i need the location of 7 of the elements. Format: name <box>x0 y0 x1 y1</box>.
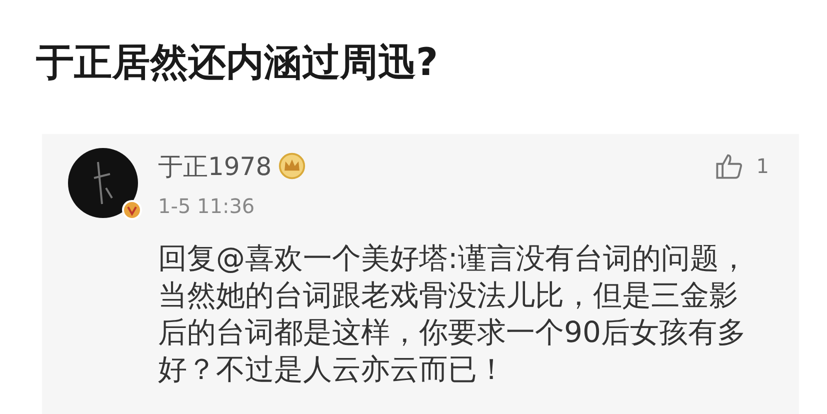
comment-text: 回复@喜欢一个美好塔:谨言没有台词的问题，当然她的台词跟老戏骨没法儿比，但是三金影后的台词都是这样，你要求一个90后女孩有多好？不过是人云亦云而已！ <box>158 240 749 388</box>
comment-time: 1-5 11:36 <box>158 194 256 218</box>
avatar[interactable] <box>68 148 138 218</box>
crown-icon <box>278 152 306 180</box>
username[interactable]: 于正1978 <box>158 150 272 182</box>
post-title: 于正居然还内涵过周迅? <box>36 39 440 86</box>
like-button[interactable]: 1 <box>714 151 769 181</box>
